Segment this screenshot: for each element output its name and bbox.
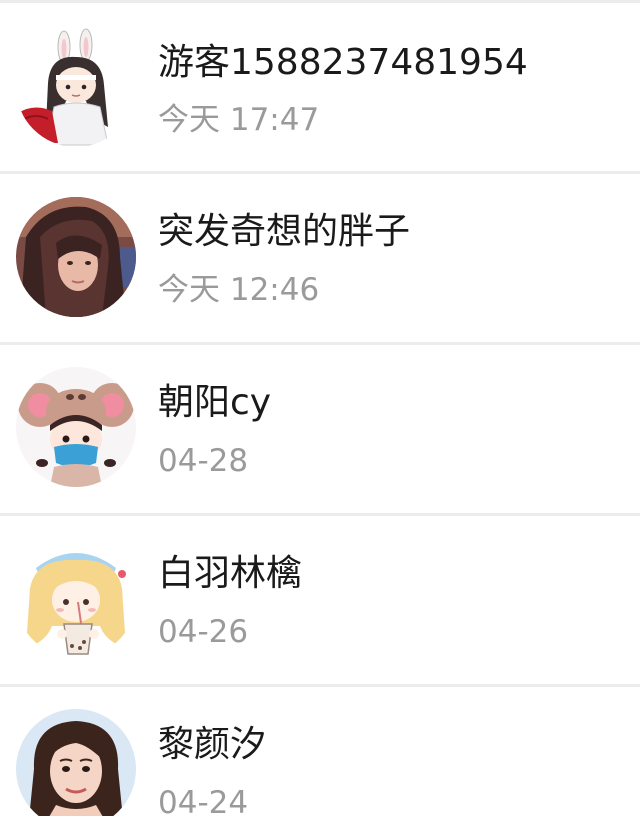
visitor-row[interactable]: 游客1588237481954 今天 17:47 xyxy=(0,3,640,171)
visit-time: 04-28 xyxy=(158,443,249,479)
visitor-name: 黎颜汐 xyxy=(158,724,267,765)
visitor-row[interactable]: 突发奇想的胖子 今天 12:46 xyxy=(0,174,640,342)
visit-time: 今天 17:47 xyxy=(158,102,320,138)
visitor-name: 游客1588237481954 xyxy=(158,42,528,83)
selfie-photo-avatar-icon[interactable] xyxy=(16,197,136,317)
visitor-row[interactable]: 黎颜汐 04-24 xyxy=(0,687,640,816)
visitor-name: 突发奇想的胖子 xyxy=(158,211,411,252)
chibi-bunny-avatar-icon[interactable] xyxy=(16,27,136,147)
boba-girl-avatar-icon[interactable] xyxy=(16,538,136,658)
visitor-list: 游客1588237481954 今天 17:47 突发奇想的胖子 今天 12:4… xyxy=(0,0,640,816)
visit-time: 04-24 xyxy=(158,785,249,816)
visitor-name: 白羽林檎 xyxy=(158,553,303,594)
mouse-hat-girl-avatar-icon[interactable] xyxy=(16,367,136,487)
visitor-row[interactable]: 朝阳cy 04-28 xyxy=(0,345,640,513)
portrait-photo-avatar-icon[interactable] xyxy=(16,709,136,816)
visitor-name: 朝阳cy xyxy=(158,382,272,423)
visit-time: 04-26 xyxy=(158,614,249,650)
visit-time: 今天 12:46 xyxy=(158,272,320,308)
visitor-row[interactable]: 白羽林檎 04-26 xyxy=(0,516,640,684)
